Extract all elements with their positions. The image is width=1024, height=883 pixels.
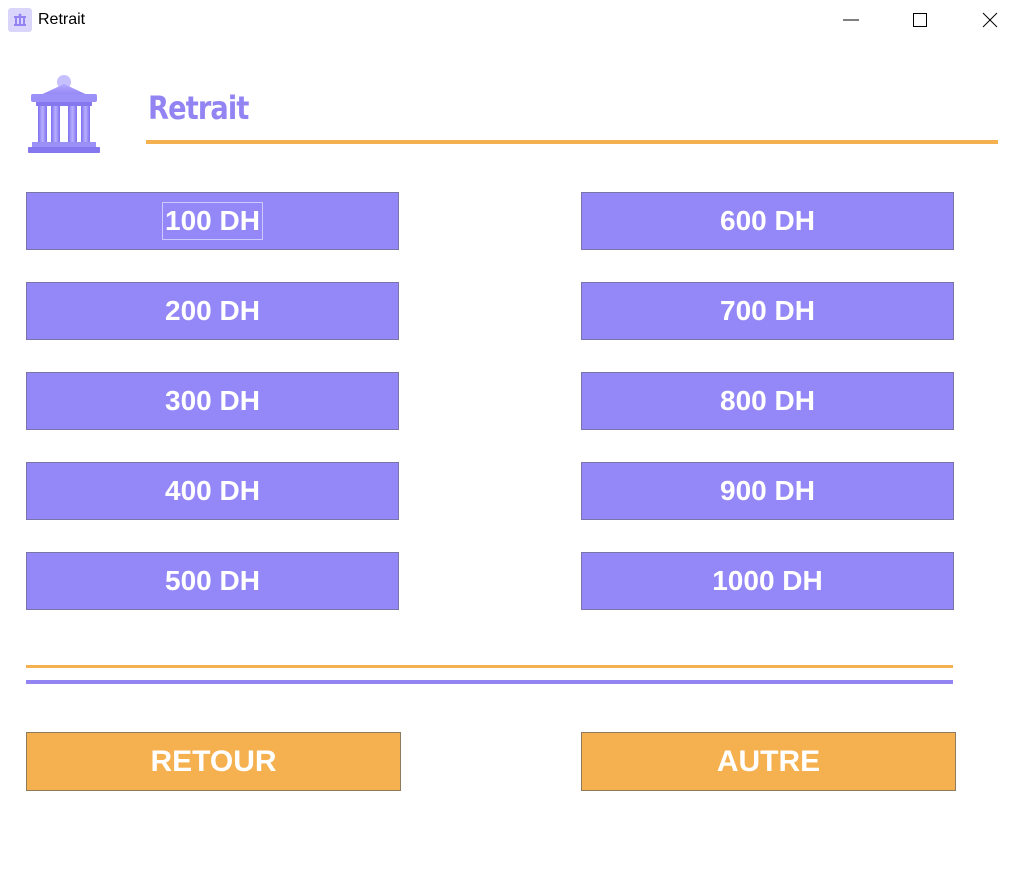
amount-1000-button[interactable]: 1000 DH	[581, 552, 954, 610]
amount-label: 700 DH	[720, 295, 815, 326]
close-icon	[982, 12, 998, 28]
amount-label: 900 DH	[720, 475, 815, 506]
amount-label: 500 DH	[165, 565, 260, 596]
amount-label: 600 DH	[720, 205, 815, 236]
window-title: Retrait	[38, 11, 86, 28]
purple-divider	[26, 680, 953, 684]
amount-100-button[interactable]: 100 DH	[26, 192, 399, 250]
maximize-icon	[913, 13, 927, 27]
amount-800-button[interactable]: 800 DH	[581, 372, 954, 430]
other-amount-button[interactable]: AUTRE	[581, 732, 956, 791]
withdrawal-window: Retrait Retrait 100 DH 200 DH 300 DH 400…	[0, 0, 1024, 883]
amount-500-button[interactable]: 500 DH	[26, 552, 399, 610]
close-button[interactable]	[967, 0, 1013, 40]
amount-700-button[interactable]: 700 DH	[581, 282, 954, 340]
amount-400-button[interactable]: 400 DH	[26, 462, 399, 520]
title-bar[interactable]: Retrait	[0, 0, 1024, 40]
amount-600-button[interactable]: 600 DH	[581, 192, 954, 250]
amount-label: 100 DH	[162, 202, 263, 240]
amount-label: 400 DH	[165, 475, 260, 506]
back-button[interactable]: RETOUR	[26, 732, 401, 791]
bank-app-icon	[8, 8, 32, 32]
amount-label: 1000 DH	[712, 565, 823, 596]
page-title: Retrait	[148, 89, 249, 127]
minimize-icon	[843, 19, 859, 21]
amount-label: 300 DH	[165, 385, 260, 416]
minimize-button[interactable]	[828, 0, 874, 40]
maximize-button[interactable]	[897, 0, 943, 40]
amount-300-button[interactable]: 300 DH	[26, 372, 399, 430]
bank-building-icon	[26, 72, 102, 156]
orange-divider	[26, 665, 953, 668]
amount-label: 200 DH	[165, 295, 260, 326]
amount-200-button[interactable]: 200 DH	[26, 282, 399, 340]
amount-900-button[interactable]: 900 DH	[581, 462, 954, 520]
amount-label: 800 DH	[720, 385, 815, 416]
title-underline	[146, 140, 998, 144]
